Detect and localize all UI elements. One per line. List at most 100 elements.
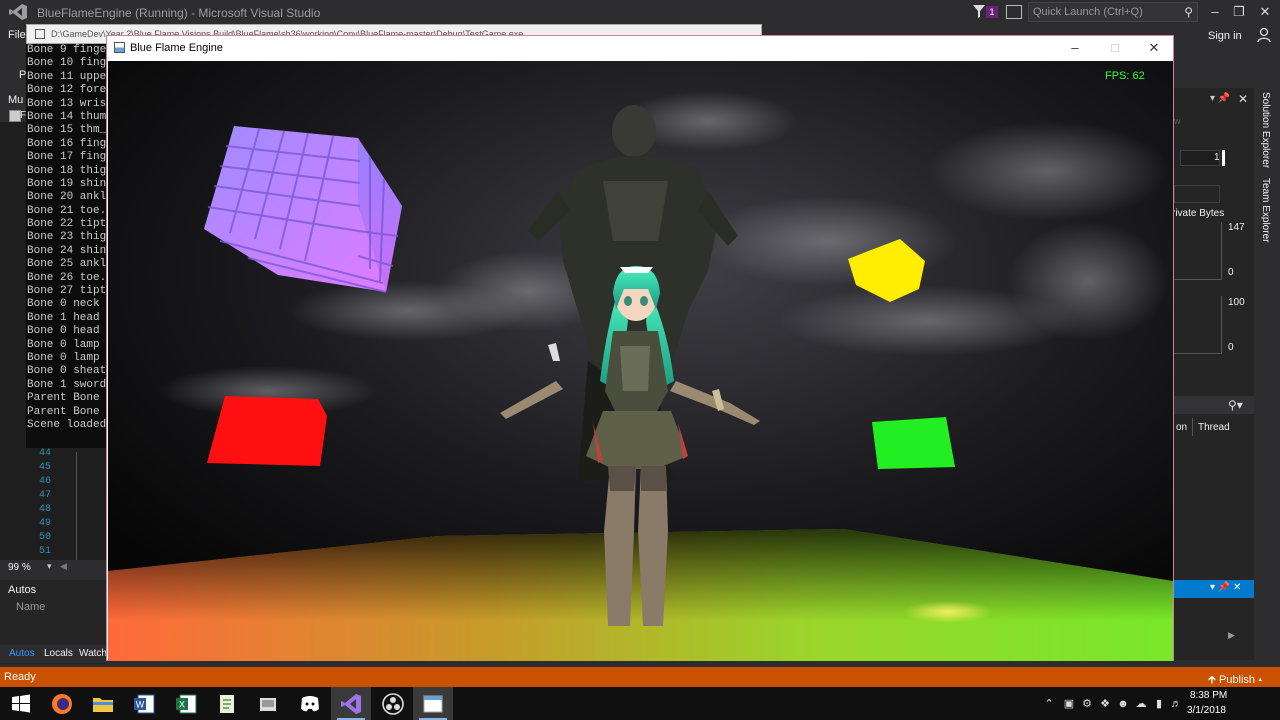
minimize-icon[interactable]: – <box>1206 3 1224 21</box>
tab-autos[interactable]: Autos <box>9 648 35 659</box>
panel-divider <box>1174 185 1220 203</box>
discord-tray-icon[interactable]: ☻ <box>1116 697 1130 711</box>
game-window-title: Blue Flame Engine <box>130 42 223 54</box>
notepad-icon[interactable] <box>215 692 239 716</box>
line-number: 45 <box>38 462 51 473</box>
console-line: Bone 24 shin. <box>27 244 108 257</box>
console-line: Bone 0 lamp <box>27 351 100 364</box>
console-line: Bone 22 tipto <box>27 218 108 231</box>
cloud <box>928 121 1168 221</box>
floor-light-spot <box>903 601 993 623</box>
cloud <box>1008 221 1168 341</box>
svg-text:X: X <box>179 700 185 710</box>
console-icon <box>35 29 45 39</box>
obs-icon[interactable] <box>381 692 405 716</box>
panel-controls-icon[interactable]: ▾ 📌 ✕ <box>1210 582 1241 593</box>
app-icon <box>114 42 125 53</box>
tab-team-explorer[interactable]: Team Explorer <box>1260 178 1271 242</box>
zoom-bar: 99 % ▾ ◀ <box>0 560 106 576</box>
fps-counter: FPS: 62 <box>1105 70 1145 82</box>
line-number: 49 <box>38 518 51 529</box>
console-line: Bone 16 finge <box>27 137 108 150</box>
code-margin-line <box>76 452 77 560</box>
word-icon[interactable]: W <box>132 692 156 716</box>
game-titlebar[interactable]: Blue Flame Engine – □ ✕ <box>107 36 1173 60</box>
tab-locals[interactable]: Locals <box>44 648 73 659</box>
line-number: 46 <box>38 476 51 487</box>
visual-studio-icon[interactable] <box>339 692 363 716</box>
search-icon[interactable]: ⚲ <box>1184 5 1193 19</box>
console-line: Bone 17 finge <box>27 151 108 164</box>
volume-icon[interactable]: ♬ <box>1169 697 1183 711</box>
console-output: Bone 9 finger Bone 10 finge Bone 11 upper B… <box>26 44 108 448</box>
firefox-icon[interactable] <box>50 692 74 716</box>
svg-text:W: W <box>136 700 145 710</box>
console-line: Scene loaded <box>27 418 107 431</box>
game-window[interactable]: Blue Flame Engine – □ ✕ FPS: 62 <box>106 35 1174 661</box>
tray-app-icon[interactable]: ▣ <box>1062 697 1076 711</box>
account-icon[interactable] <box>1256 27 1272 43</box>
windows-start-icon[interactable] <box>9 692 33 716</box>
pin-dropdown-icon[interactable]: ▾ 📌 <box>1210 93 1230 104</box>
tab-watch[interactable]: Watch <box>79 648 107 659</box>
line-number: 48 <box>38 504 51 515</box>
file-explorer-icon[interactable] <box>91 692 115 716</box>
memory-graph <box>1174 222 1222 280</box>
network-icon[interactable]: ☁ <box>1134 697 1148 711</box>
red-quad <box>207 396 327 466</box>
close-icon[interactable]: ✕ <box>1144 39 1164 57</box>
console-line: Bone 9 finger <box>27 44 108 56</box>
vs-titlebar: BlueFlameEngine (Running) - Microsoft Vi… <box>0 0 1280 24</box>
notification-badge[interactable]: 1 <box>986 6 998 18</box>
publish-label: Publish <box>1218 674 1256 686</box>
search-icon[interactable]: ⚲▾ <box>1228 398 1243 412</box>
console-line: Bone 18 thigh <box>27 164 108 177</box>
cloud-app-icon[interactable] <box>256 692 280 716</box>
clock-time[interactable]: 8:38 PM <box>1190 690 1227 701</box>
console-line: Bone 1 head <box>27 311 100 324</box>
sign-in-link[interactable]: Sign in <box>1208 30 1242 42</box>
console-line: Parent Bone f <box>27 405 108 418</box>
3d-scene <box>108 61 1173 661</box>
green-quad <box>872 417 955 469</box>
zoom-dropdown-icon[interactable]: ▾ <box>47 561 52 572</box>
battery-icon[interactable]: ▮ <box>1152 697 1166 711</box>
feedback-icon[interactable] <box>1006 5 1022 19</box>
side-tabs: Solution Explorer Team Explorer <box>1256 88 1280 648</box>
game-window-icon[interactable] <box>421 692 445 716</box>
system-tray: ⌃ ▣ ⚙ ❖ ☻ ☁ ▮ ♬ <box>1040 687 1280 720</box>
graph-max: 100 <box>1228 297 1245 308</box>
menu-file[interactable]: File <box>8 29 26 41</box>
steam-icon[interactable]: ⚙ <box>1080 697 1094 711</box>
excel-icon[interactable]: X <box>174 692 198 716</box>
taskbar: W X ⌃ ▣ ⚙ ❖ ☻ ☁ ▮ ♬ 8:38 PM 3/1/2018 <box>0 687 1280 720</box>
column-header-thread[interactable]: Thread <box>1198 422 1230 433</box>
autos-name-column[interactable]: Name <box>16 601 45 613</box>
game-viewport[interactable]: FPS: 62 <box>108 61 1173 661</box>
status-bar: Ready 🡱 Publish ▴ <box>0 667 1280 687</box>
close-icon[interactable]: ✕ <box>1256 3 1274 21</box>
clock-date[interactable]: 3/1/2018 <box>1187 705 1226 716</box>
discord-icon[interactable] <box>298 692 322 716</box>
visual-studio-logo-icon <box>9 4 27 20</box>
line-number: 50 <box>38 532 51 543</box>
maximize-icon[interactable]: □ <box>1105 39 1125 57</box>
status-text: Ready <box>4 671 36 683</box>
zoom-level[interactable]: 99 % <box>8 562 31 573</box>
quick-launch-input[interactable]: Quick Launch (Ctrl+Q) ⚲ <box>1028 2 1198 22</box>
tab-solution-explorer[interactable]: Solution Explorer <box>1260 92 1271 168</box>
restore-icon[interactable]: ❐ <box>1230 3 1248 21</box>
console-line: Bone 14 thumb <box>27 110 108 123</box>
chevron-up-icon[interactable]: ⌃ <box>1042 697 1056 711</box>
console-line: Bone 27 tipto <box>27 285 108 298</box>
minimize-icon[interactable]: – <box>1065 39 1085 57</box>
console-line: Bone 20 ankle <box>27 191 108 204</box>
timeline-cursor[interactable] <box>1222 150 1225 166</box>
scroll-right-icon[interactable]: ▶ <box>1228 630 1235 641</box>
scroll-left-icon[interactable]: ◀ <box>60 561 67 572</box>
column-header[interactable]: on <box>1176 422 1187 433</box>
dropbox-icon[interactable]: ❖ <box>1098 697 1112 711</box>
console-line: Bone 26 toe.L <box>27 271 108 284</box>
console-line: Bone 0 neck <box>27 298 100 311</box>
panel-close-icon[interactable]: ✕ <box>1238 92 1248 106</box>
